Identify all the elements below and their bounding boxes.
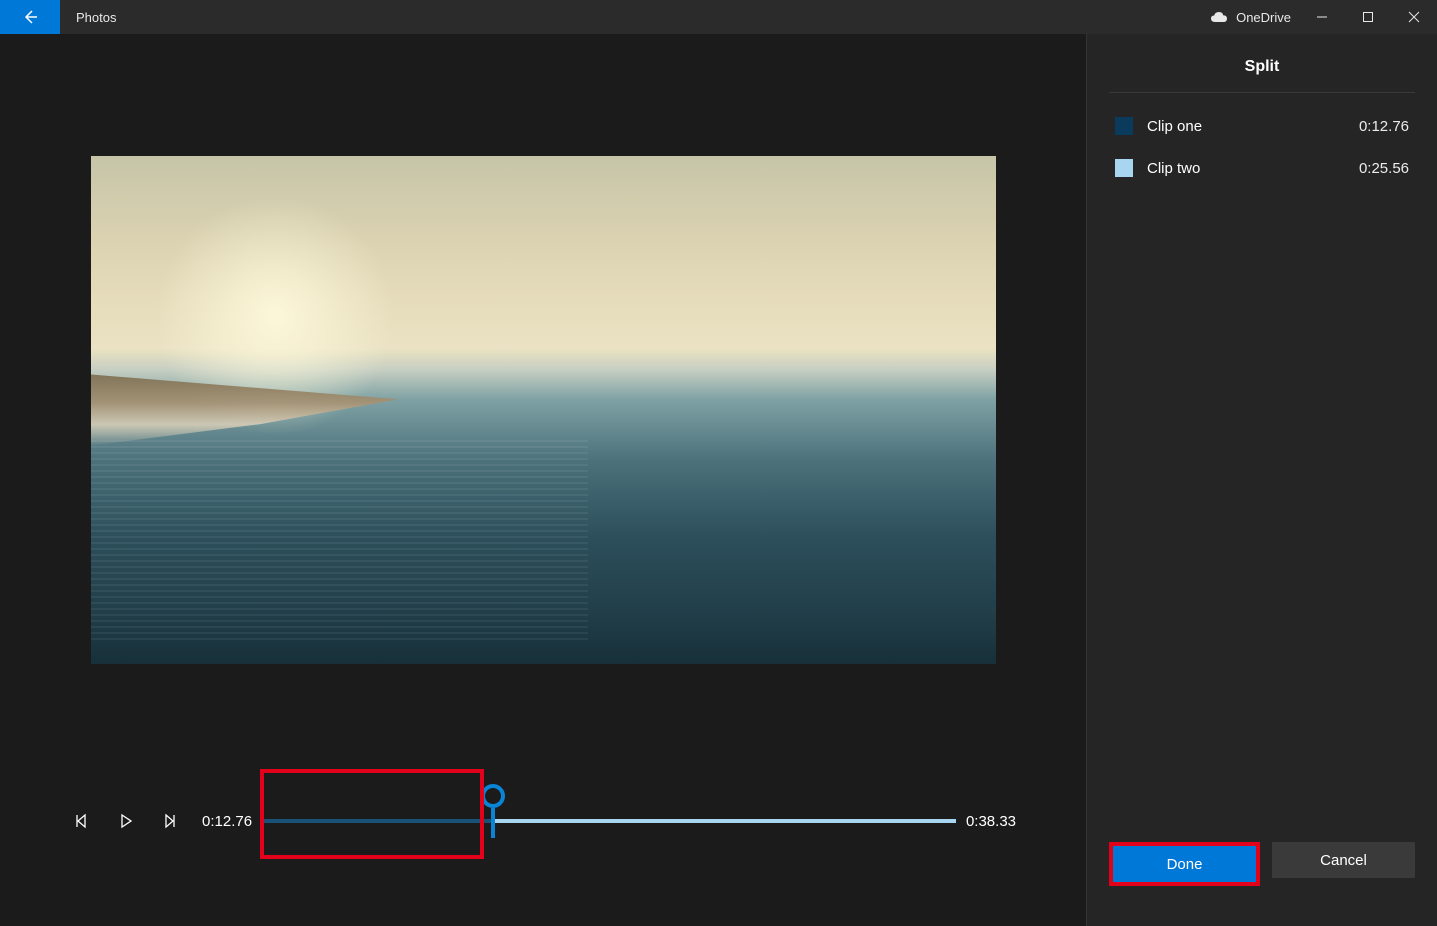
current-time-label: 0:12.76 [192, 813, 262, 830]
titlebar: Photos OneDrive [0, 0, 1437, 34]
panel-title: Split [1087, 34, 1437, 92]
close-icon [1408, 11, 1420, 23]
annotation-highlight-done: Done [1109, 842, 1260, 886]
cloud-icon [1210, 11, 1228, 23]
seekbar-segment-clip2 [493, 819, 956, 823]
clip-row-two[interactable]: Clip two 0:25.56 [1087, 147, 1437, 189]
done-button[interactable]: Done [1113, 846, 1256, 882]
frame-forward-button[interactable] [148, 799, 192, 843]
cancel-button[interactable]: Cancel [1272, 842, 1415, 878]
frame-back-button[interactable] [60, 799, 104, 843]
clip-row-one[interactable]: Clip one 0:12.76 [1087, 105, 1437, 147]
playback-controls: 0:12.76 0:38.33 [0, 756, 1086, 926]
frame-forward-icon [161, 812, 179, 830]
back-arrow-icon [21, 8, 39, 26]
split-handle-stem [491, 808, 495, 838]
annotation-highlight-seek [260, 769, 484, 859]
video-preview[interactable] [91, 156, 996, 664]
app-title: Photos [60, 0, 116, 34]
onedrive-indicator[interactable]: OneDrive [1202, 0, 1299, 34]
photos-split-window: Photos OneDrive [0, 0, 1437, 926]
minimize-button[interactable] [1299, 0, 1345, 34]
total-time-label: 0:38.33 [956, 813, 1026, 830]
split-handle-ring [481, 784, 505, 808]
clip-two-name: Clip two [1147, 160, 1359, 177]
play-icon [117, 812, 135, 830]
split-panel: Split Clip one 0:12.76 Clip two 0:25.56 … [1087, 34, 1437, 926]
main-area: 0:12.76 0:38.33 [0, 34, 1087, 926]
seekbar-segment-clip1 [262, 819, 493, 823]
clip-two-duration: 0:25.56 [1359, 160, 1409, 177]
panel-spacer [1087, 189, 1437, 826]
clip-one-swatch [1115, 117, 1133, 135]
clip-one-name: Clip one [1147, 118, 1359, 135]
clip-one-duration: 0:12.76 [1359, 118, 1409, 135]
shoreline [91, 374, 399, 445]
panel-divider [1109, 92, 1415, 93]
frame-back-icon [73, 812, 91, 830]
window-buttons [1299, 0, 1437, 34]
titlebar-spacer [116, 0, 1202, 34]
seekbar-wrap [262, 781, 956, 861]
onedrive-label: OneDrive [1236, 10, 1291, 25]
body: 0:12.76 0:38.33 [0, 34, 1437, 926]
minimize-icon [1316, 11, 1328, 23]
back-button[interactable] [0, 0, 60, 34]
split-handle[interactable] [481, 784, 505, 844]
close-button[interactable] [1391, 0, 1437, 34]
panel-buttons: Done Cancel [1087, 826, 1437, 926]
preview-wrap [0, 34, 1086, 756]
clip-two-swatch [1115, 159, 1133, 177]
water-shimmer [91, 440, 589, 643]
play-button[interactable] [104, 799, 148, 843]
maximize-icon [1362, 11, 1374, 23]
maximize-button[interactable] [1345, 0, 1391, 34]
seekbar[interactable] [262, 818, 956, 824]
